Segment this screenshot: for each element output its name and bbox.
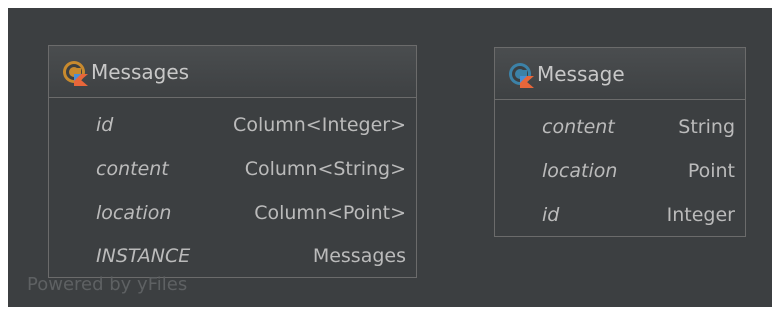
member-row[interactable]: INSTANCE Messages [49, 234, 416, 278]
member-type: Column<Integer> [233, 114, 406, 136]
yfiles-watermark: Powered by yFiles [27, 274, 188, 295]
member-row[interactable]: location Column<Point> [49, 191, 416, 235]
member-name: location [96, 202, 172, 224]
kotlin-class-icon [509, 63, 534, 88]
member-type: Column<Point> [254, 202, 406, 224]
class-node-header: Message [495, 48, 745, 100]
kotlin-object-icon [63, 61, 88, 86]
class-node-messages[interactable]: Messages id Column<Integer> content Colu… [48, 45, 417, 278]
member-row[interactable]: content String [495, 105, 745, 149]
member-name: INSTANCE [96, 245, 191, 267]
class-node-message[interactable]: Message content String location Point id… [494, 47, 746, 237]
member-type: Point [687, 160, 735, 182]
diagram-canvas: Messages id Column<Integer> content Colu… [0, 0, 772, 315]
member-row[interactable]: content Column<String> [49, 147, 416, 191]
diagram-area: Messages id Column<Integer> content Colu… [8, 8, 772, 307]
member-type: Integer [666, 204, 735, 226]
member-name: content [542, 116, 615, 138]
member-type: Messages [312, 245, 406, 267]
member-type: Column<String> [244, 158, 406, 180]
class-node-header: Messages [49, 46, 416, 98]
class-node-title: Message [537, 62, 625, 86]
member-type: String [678, 116, 735, 138]
member-name: id [542, 204, 560, 226]
member-name: id [96, 114, 114, 136]
member-name: location [542, 160, 618, 182]
member-row[interactable]: location Point [495, 149, 745, 193]
member-row[interactable]: id Integer [495, 193, 745, 237]
member-name: content [96, 158, 169, 180]
member-row[interactable]: id Column<Integer> [49, 103, 416, 147]
class-node-title: Messages [91, 60, 190, 84]
